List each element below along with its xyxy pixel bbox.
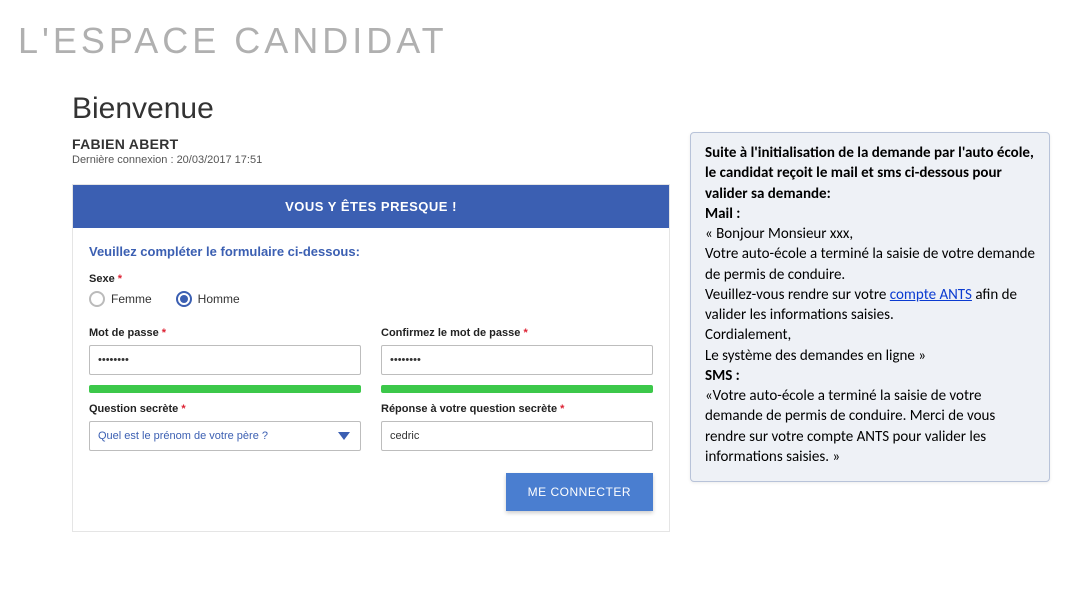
panel-header: VOUS Y ÊTES PRESQUE ! [73,185,669,228]
welcome-heading: Bienvenue [72,92,670,126]
chevron-down-icon [338,432,350,440]
last-login: Dernière connexion : 20/03/2017 17:51 [72,154,670,166]
label-sexe: Sexe * [89,273,653,285]
secret-question-select[interactable]: Quel est le prénom de votre père ? [89,421,361,451]
radio-homme-indicator [176,291,192,307]
password-input[interactable] [89,345,361,375]
password-confirm-input[interactable] [381,345,653,375]
radio-femme-indicator [89,291,105,307]
radio-femme-label: Femme [111,292,152,306]
label-password-confirm: Confirmez le mot de passe * [381,327,653,339]
password-confirm-strength-bar [381,385,653,393]
form-intro: Veuillez compléter le formulaire ci-dess… [89,244,653,259]
secret-question-value: Quel est le prénom de votre père ? [98,430,268,442]
info-box: Suite à l'initialisation de la demande p… [690,132,1050,482]
info-mail-greeting: « Bonjour Monsieur xxx, [705,225,853,243]
info-sms-label: SMS : [705,367,740,385]
password-strength-bar [89,385,361,393]
info-mail-signoff2: Le système des demandes en ligne » [705,347,926,365]
info-intro: Suite à l'initialisation de la demande p… [705,144,1034,203]
label-secret-answer: Réponse à votre question secrète * [381,403,653,415]
info-mail-label: Mail : [705,205,740,223]
info-sms-body: «Votre auto-école a terminé la saisie de… [705,387,995,466]
info-mail-signoff1: Cordialement, [705,326,791,344]
radio-femme[interactable]: Femme [89,291,152,307]
label-password: Mot de passe * [89,327,361,339]
user-name: FABIEN ABERT [72,136,670,152]
info-mail-body1: Votre auto-école a terminé la saisie de … [705,245,1035,283]
radio-homme[interactable]: Homme [176,291,240,307]
last-login-value: 20/03/2017 17:51 [177,154,263,166]
submit-button[interactable]: ME CONNECTER [506,473,653,511]
completion-panel: VOUS Y ÊTES PRESQUE ! Veuillez compléter… [72,184,670,532]
compte-ants-link[interactable]: compte ANTS [890,286,972,304]
secret-answer-input[interactable] [381,421,653,451]
last-login-prefix: Dernière connexion : [72,154,177,166]
label-secret-question: Question secrète * [89,403,361,415]
info-mail-body2a: Veuillez-vous rendre sur votre [705,286,890,304]
page-title: L'espace candidat [0,0,1080,72]
radio-homme-label: Homme [198,292,240,306]
